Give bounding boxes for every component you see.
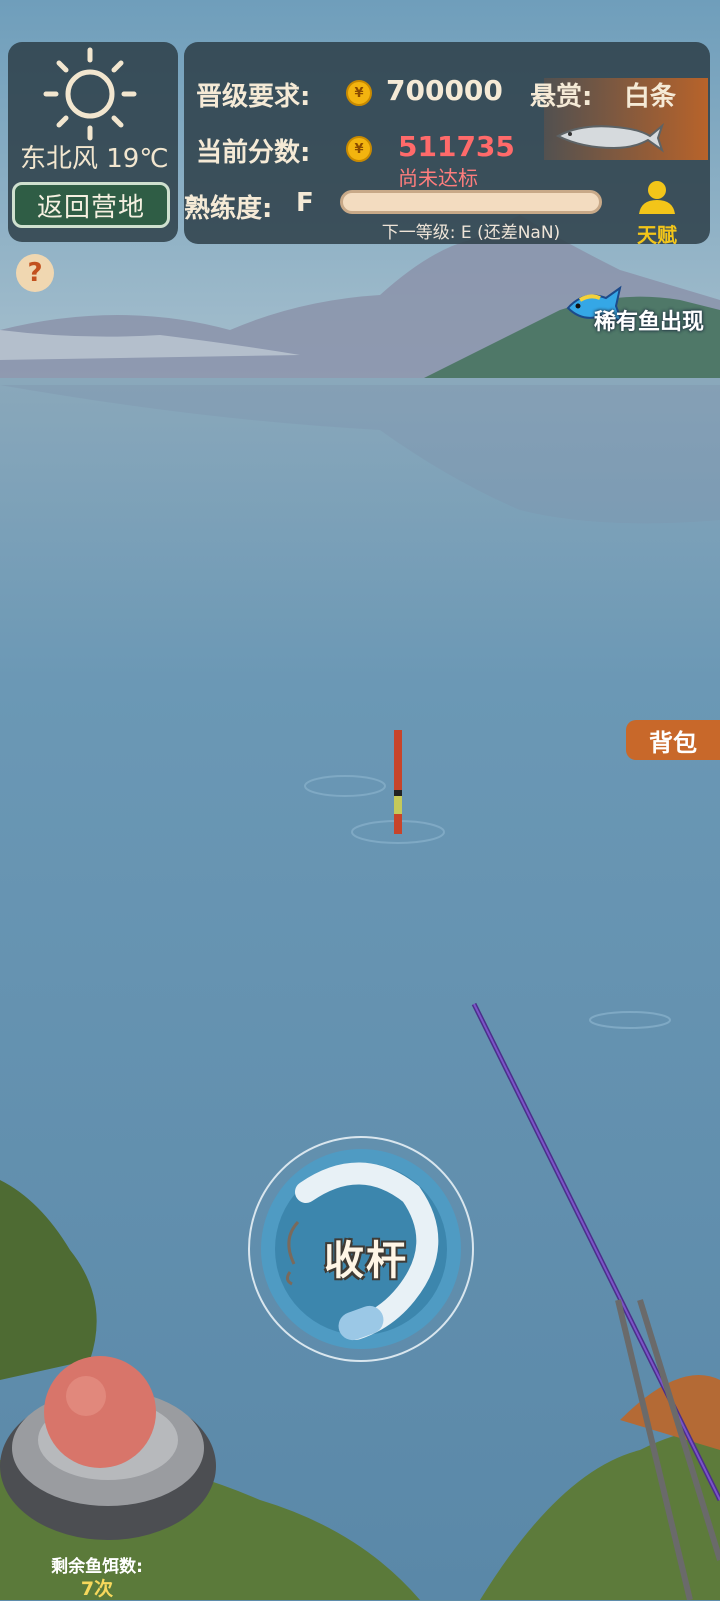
requirement-label: 晋级要求: bbox=[196, 82, 311, 112]
rare-fish-alert: 稀有鱼出现 bbox=[564, 284, 714, 335]
float-top bbox=[394, 730, 402, 790]
reel-in-label: 收杆 bbox=[324, 1238, 408, 1284]
bag-button[interactable]: 背包 bbox=[626, 720, 720, 760]
back-to-camp-button[interactable]: 返回营地 bbox=[12, 182, 170, 228]
user-icon bbox=[639, 181, 675, 214]
proficiency-grade: F bbox=[296, 188, 314, 218]
sun-icon bbox=[43, 47, 137, 141]
help-icon[interactable]: ? bbox=[16, 254, 54, 292]
bounty-label: 悬赏: bbox=[530, 82, 593, 112]
score-status: 尚未达标 bbox=[398, 166, 478, 190]
rare-fish-text: 稀有鱼出现 bbox=[594, 310, 705, 335]
talent-label: 天赋 bbox=[637, 223, 677, 247]
proficiency-label: 熟练度: bbox=[184, 194, 273, 224]
bait-ball bbox=[44, 1356, 156, 1468]
wind-temperature: 东北风 19℃ bbox=[20, 144, 169, 174]
requirement-value: 700000 bbox=[386, 74, 503, 107]
coin-icon: ¥ bbox=[346, 136, 372, 162]
bounty-fish-icon bbox=[555, 123, 664, 153]
proficiency-progress-bar bbox=[340, 190, 602, 214]
bounty-fish-name: 白条 bbox=[624, 82, 677, 112]
bait-remaining-count: 7次 bbox=[80, 1578, 114, 1600]
next-level-text: 下一等级: E (还差NaN) bbox=[381, 223, 561, 243]
coin-icon: ¥ bbox=[346, 80, 372, 106]
score-value: 511735 bbox=[398, 130, 515, 163]
score-label: 当前分数: bbox=[196, 138, 311, 168]
talent-button[interactable]: 天赋 bbox=[628, 180, 686, 247]
